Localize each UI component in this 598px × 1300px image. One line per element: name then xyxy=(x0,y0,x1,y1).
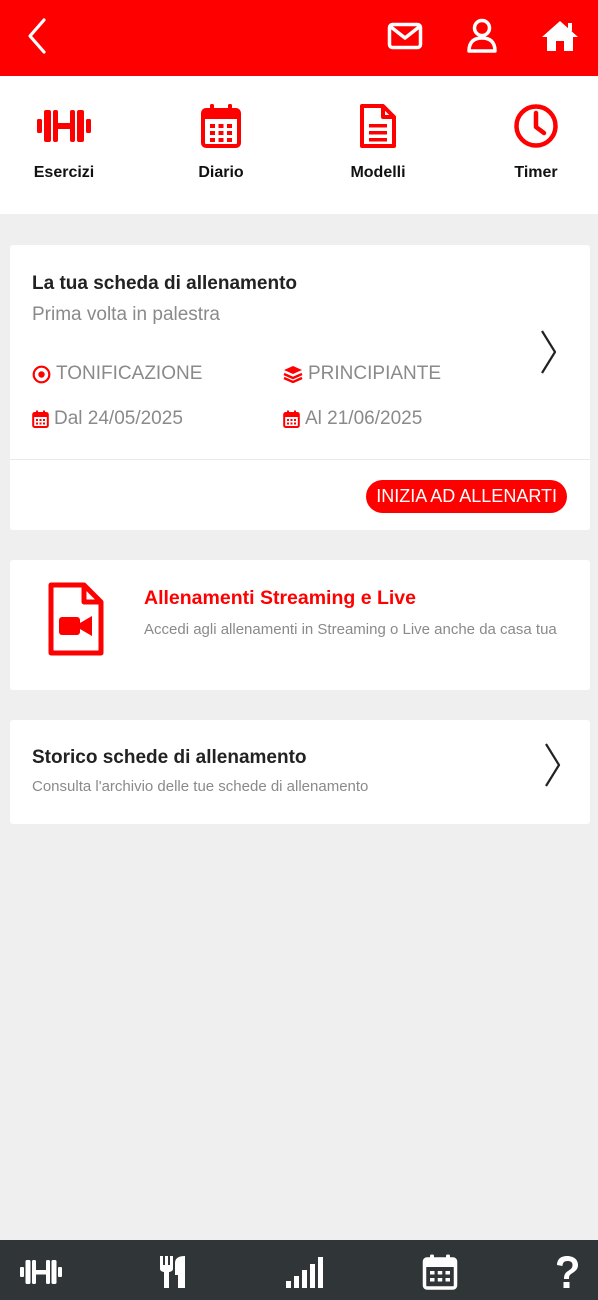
calendar-icon xyxy=(32,410,49,428)
streaming-live-card[interactable]: Allenamenti Streaming e Live Accedi agli… xyxy=(10,560,590,690)
shortcuts-bar: Esercizi Diario Modelli Timer xyxy=(0,76,598,214)
card-divider xyxy=(10,459,590,460)
back-button[interactable] xyxy=(22,16,52,56)
plan-subtitle: Prima volta in palestra xyxy=(32,304,220,325)
home-icon xyxy=(542,21,578,51)
shortcut-modelli[interactable]: Modelli xyxy=(318,100,438,182)
home-button[interactable] xyxy=(538,14,582,58)
shortcut-esercizi[interactable]: Esercizi xyxy=(4,100,124,182)
plan-level-text: PRINCIPIANTE xyxy=(308,363,442,384)
question-icon xyxy=(557,1256,578,1288)
streaming-title: Allenamenti Streaming e Live xyxy=(144,587,417,609)
top-app-bar xyxy=(0,0,598,76)
chevron-right-icon xyxy=(541,330,557,374)
profile-button[interactable] xyxy=(460,14,504,58)
plan-goal-text: TONIFICAZIONE xyxy=(56,363,203,384)
shortcut-diario[interactable]: Diario xyxy=(161,100,281,182)
plan-end-date: Al 21/06/2025 xyxy=(283,408,422,430)
nav-workouts[interactable] xyxy=(16,1254,66,1290)
streaming-description: Accedi agli allenamenti in Streaming o L… xyxy=(144,621,557,638)
document-icon xyxy=(360,104,396,148)
nav-progress[interactable] xyxy=(280,1254,330,1290)
video-file-icon xyxy=(48,582,104,656)
history-description: Consulta l'archivio delle tue schede di … xyxy=(32,778,369,795)
calendar-icon xyxy=(201,104,241,148)
plan-level: PRINCIPIANTE xyxy=(283,363,441,385)
calendar-icon xyxy=(422,1254,458,1290)
nav-help[interactable] xyxy=(542,1254,592,1290)
training-plan-card[interactable]: La tua scheda di allenamento Prima volta… xyxy=(10,245,590,530)
video-file-icon-wrap xyxy=(48,582,104,661)
plan-start-date-text: Dal 24/05/2025 xyxy=(54,408,183,429)
shortcut-label: Diario xyxy=(198,164,244,181)
plan-start-date: Dal 24/05/2025 xyxy=(32,408,183,430)
shortcut-label: Esercizi xyxy=(33,164,95,181)
shortcut-timer[interactable]: Timer xyxy=(476,100,596,182)
mail-button[interactable] xyxy=(383,14,427,58)
dumbbell-icon xyxy=(20,1260,62,1284)
layers-icon xyxy=(283,366,303,383)
calendar-icon xyxy=(283,410,300,428)
start-training-button[interactable]: INIZIA AD ALLENARTI xyxy=(366,480,567,513)
fork-knife-icon xyxy=(160,1256,185,1288)
history-title: Storico schede di allenamento xyxy=(32,747,307,768)
nav-calendar[interactable] xyxy=(415,1254,465,1290)
shortcut-label: Modelli xyxy=(350,164,406,181)
chevron-left-icon xyxy=(28,18,46,54)
plan-goal: TONIFICAZIONE xyxy=(32,363,202,385)
nav-nutrition[interactable] xyxy=(148,1254,198,1290)
plan-end-date-text: Al 21/06/2025 xyxy=(305,408,423,429)
plan-history-card[interactable]: Storico schede di allenamento Consulta l… xyxy=(10,720,590,824)
shortcut-label: Timer xyxy=(514,164,558,181)
signal-bars-icon xyxy=(286,1257,323,1288)
target-icon xyxy=(32,365,51,383)
user-icon xyxy=(467,18,497,53)
clock-icon xyxy=(514,104,558,148)
mail-icon xyxy=(387,22,423,50)
plan-title: La tua scheda di allenamento xyxy=(32,273,298,294)
plan-open-button[interactable] xyxy=(538,329,558,380)
bottom-navigation xyxy=(0,1240,598,1300)
dumbbell-icon xyxy=(37,110,91,142)
history-open-button[interactable] xyxy=(542,742,562,793)
chevron-right-icon xyxy=(545,743,561,787)
